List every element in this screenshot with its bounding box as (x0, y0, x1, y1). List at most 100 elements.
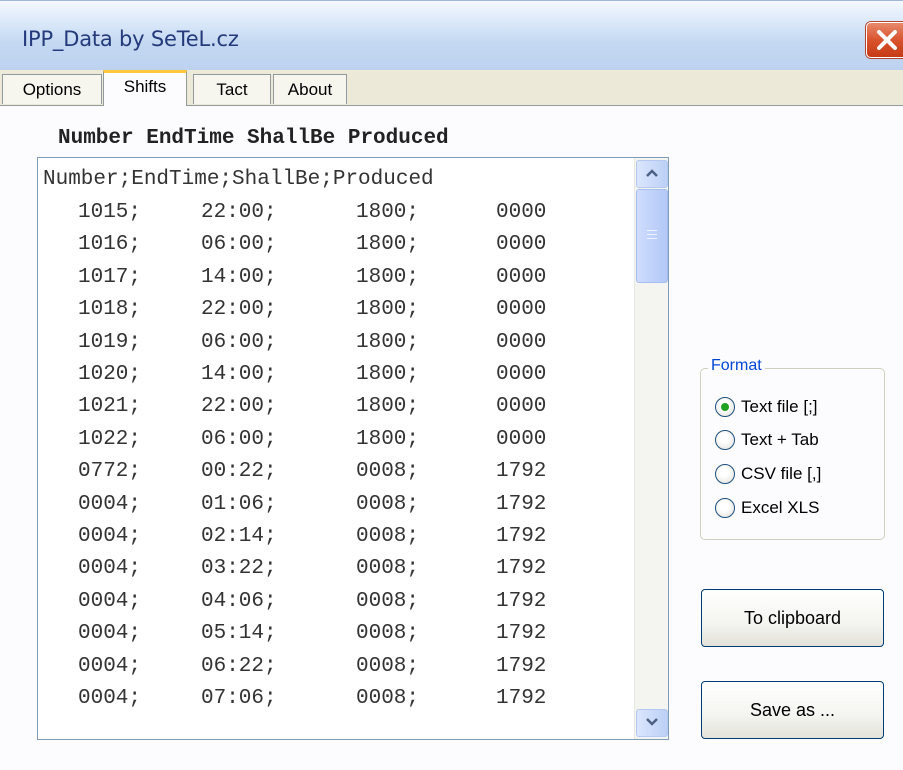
radio-circle (715, 430, 735, 450)
cell-shallbe: 1800; (356, 201, 420, 224)
title-bar[interactable]: IPP_Data by SeTeL.cz (0, 0, 903, 71)
cell-endtime: 00:22; (201, 460, 277, 484)
cell-number: 1015; (78, 201, 142, 224)
cell-produced: 0000 (496, 330, 547, 354)
tab-about[interactable]: About (273, 74, 347, 104)
thumb-grip (647, 234, 657, 235)
cell-number: 1021; (78, 395, 142, 419)
list-row[interactable]: 1020; 14:00; 1800; 0000 (38, 363, 628, 395)
cell-endtime: 22:00; (201, 298, 277, 322)
list-row[interactable]: 1021; 22:00; 1800; 0000 (38, 395, 628, 427)
cell-endtime: 01:06; (201, 492, 277, 516)
cell-number: 0004; (78, 525, 142, 548)
radio-selected-dot (721, 403, 729, 411)
vertical-scrollbar[interactable] (634, 158, 668, 739)
list-row[interactable]: 1016; 06:00; 1800; 0000 (38, 233, 628, 265)
list-row[interactable]: 0004; 05:14; 0008; 1792 (38, 622, 628, 654)
close-icon (877, 30, 897, 50)
cell-produced: 1792 (496, 687, 547, 710)
cell-shallbe: 0008; (356, 557, 420, 581)
list-row[interactable]: 0772; 00:22; 0008; 1792 (38, 460, 628, 492)
cell-number: 0004; (78, 557, 142, 581)
cell-produced: 1792 (496, 525, 547, 548)
cell-produced: 1792 (496, 589, 547, 613)
radio-circle (715, 397, 735, 417)
list-row[interactable]: 1018; 22:00; 1800; 0000 (38, 298, 628, 330)
list-row[interactable]: 1022; 06:00; 1800; 0000 (38, 428, 628, 460)
cell-number: 0004; (78, 589, 142, 613)
scroll-thumb[interactable] (636, 189, 668, 283)
radio-label: Excel XLS (741, 498, 820, 517)
cell-produced: 0000 (496, 395, 547, 419)
list-row[interactable]: 1015; 22:00; 1800; 0000 (38, 201, 628, 233)
app-window: IPP_Data by SeTeL.cz Options Shifts Tact… (0, 0, 903, 770)
cell-shallbe: 0008; (356, 460, 420, 484)
cell-shallbe: 1800; (356, 233, 420, 257)
shifts-listbox[interactable]: Number;EndTime;ShallBe;Produced 1015; 22:… (37, 157, 669, 740)
cell-number: 1020; (78, 363, 142, 386)
scroll-down-button[interactable] (636, 709, 668, 737)
tab-strip: Options Shifts Tact About (0, 70, 903, 106)
cell-shallbe: 1800; (356, 395, 420, 419)
list-row[interactable]: 0004; 04:06; 0008; 1792 (38, 590, 628, 622)
format-group-label: Format (708, 357, 765, 375)
cell-shallbe: 0008; (356, 687, 420, 710)
cell-number: 0004; (78, 492, 142, 516)
cell-shallbe: 1800; (356, 427, 420, 451)
cell-shallbe: 1800; (356, 298, 420, 322)
close-button[interactable] (866, 22, 903, 58)
chevron-up-icon (646, 169, 658, 177)
tab-shifts[interactable]: Shifts (103, 70, 187, 106)
cell-number: 0004; (78, 622, 142, 646)
list-row[interactable]: 0004; 02:14; 0008; 1792 (38, 525, 628, 557)
list-row[interactable]: 1019; 06:00; 1800; 0000 (38, 331, 628, 363)
cell-shallbe: 1800; (356, 330, 420, 354)
cell-shallbe: 1800; (356, 265, 420, 289)
to-clipboard-button[interactable]: To clipboard (701, 589, 884, 647)
radio-circle (715, 464, 735, 484)
cell-endtime: 14:00; (201, 265, 277, 289)
tab-options[interactable]: Options (2, 74, 102, 104)
columns-header: Number EndTime ShallBe Produced (58, 127, 449, 150)
cell-number: 0004; (78, 654, 142, 678)
list-row[interactable]: 0004; 01:06; 0008; 1792 (38, 493, 628, 525)
cell-endtime: 14:00; (201, 363, 277, 386)
list-row[interactable]: 0004; 06:22; 0008; 1792 (38, 655, 628, 687)
cell-endtime: 05:14; (201, 622, 277, 646)
list-header-line: Number;EndTime;ShallBe;Produced (43, 168, 434, 191)
cell-number: 0772; (78, 460, 142, 484)
cell-number: 1018; (78, 298, 142, 322)
cell-number: 1017; (78, 265, 142, 289)
cell-shallbe: 0008; (356, 492, 420, 516)
cell-produced: 0000 (496, 265, 547, 289)
cell-shallbe: 0008; (356, 654, 420, 678)
thumb-grip (647, 238, 657, 239)
save-as-button[interactable]: Save as ... (701, 681, 884, 739)
cell-produced: 0000 (496, 427, 547, 451)
cell-produced: 1792 (496, 460, 547, 484)
cell-produced: 1792 (496, 622, 547, 646)
cell-endtime: 04:06; (201, 589, 277, 613)
cell-produced: 1792 (496, 557, 547, 581)
cell-endtime: 03:22; (201, 557, 277, 581)
tab-tact[interactable]: Tact (193, 74, 271, 104)
cell-produced: 1792 (496, 492, 547, 516)
cell-endtime: 06:22; (201, 654, 277, 678)
list-row[interactable]: 1017; 14:00; 1800; 0000 (38, 266, 628, 298)
cell-endtime: 02:14; (201, 525, 277, 548)
cell-shallbe: 0008; (356, 622, 420, 646)
cell-produced: 0000 (496, 298, 547, 322)
radio-circle (715, 498, 735, 518)
cell-produced: 1792 (496, 654, 547, 678)
list-row[interactable]: 0004; 03:22; 0008; 1792 (38, 557, 628, 589)
cell-endtime: 07:06; (201, 687, 277, 710)
window-title: IPP_Data by SeTeL.cz (22, 27, 239, 51)
cell-number: 1016; (78, 233, 142, 257)
chevron-down-icon (646, 718, 658, 726)
cell-endtime: 06:00; (201, 330, 277, 354)
cell-endtime: 06:00; (201, 427, 277, 451)
cell-produced: 0000 (496, 233, 547, 257)
cell-shallbe: 0008; (356, 525, 420, 548)
scroll-up-button[interactable] (636, 160, 668, 188)
list-row[interactable]: 0004; 07:06; 0008; 1792 (38, 687, 628, 719)
